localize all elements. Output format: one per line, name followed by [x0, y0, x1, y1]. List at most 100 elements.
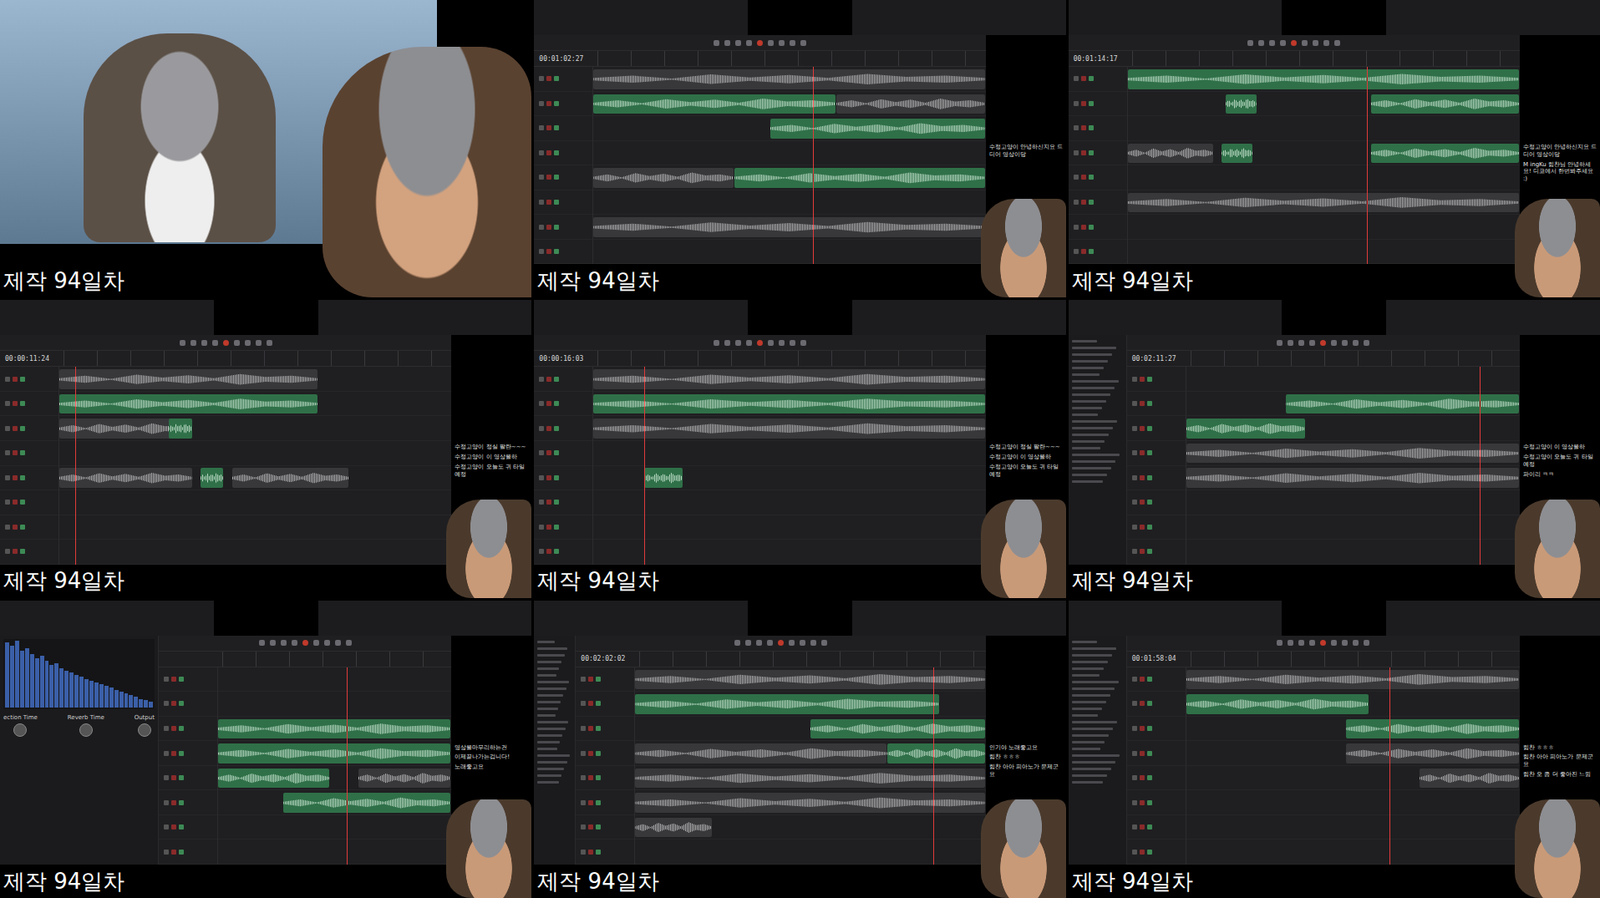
- audio-clip[interactable]: [1221, 143, 1253, 164]
- tool-icon[interactable]: [302, 640, 309, 646]
- lock-icon[interactable]: [163, 849, 169, 855]
- lock-icon[interactable]: [580, 726, 586, 732]
- tool-icon[interactable]: [201, 340, 208, 346]
- audio-clip[interactable]: [59, 467, 193, 488]
- record-icon[interactable]: [1139, 849, 1145, 855]
- tool-icon[interactable]: [1320, 340, 1326, 346]
- record-icon[interactable]: [1139, 824, 1145, 830]
- tool-icon[interactable]: [778, 340, 785, 346]
- record-icon[interactable]: [1139, 524, 1145, 530]
- solo-icon[interactable]: [595, 849, 601, 855]
- solo-icon[interactable]: [553, 524, 559, 530]
- knob[interactable]: Output: [134, 714, 155, 737]
- tool-icon[interactable]: [190, 340, 197, 346]
- solo-icon[interactable]: [1147, 726, 1153, 732]
- record-icon[interactable]: [546, 450, 552, 456]
- record-icon[interactable]: [588, 849, 594, 855]
- audio-clip[interactable]: [218, 743, 451, 764]
- tool-icon[interactable]: [799, 640, 806, 646]
- tool-icon[interactable]: [291, 640, 298, 646]
- lock-icon[interactable]: [1132, 726, 1138, 732]
- lock-icon[interactable]: [1073, 199, 1079, 205]
- lock-icon[interactable]: [1073, 174, 1079, 180]
- lock-icon[interactable]: [580, 751, 586, 757]
- record-icon[interactable]: [546, 524, 552, 530]
- record-icon[interactable]: [546, 101, 552, 107]
- solo-icon[interactable]: [553, 224, 559, 230]
- playhead[interactable]: [1366, 66, 1368, 265]
- audio-clip[interactable]: [1371, 94, 1519, 115]
- tool-icon[interactable]: [746, 40, 752, 46]
- record-icon[interactable]: [171, 800, 177, 806]
- record-icon[interactable]: [546, 426, 552, 432]
- tool-icon[interactable]: [746, 340, 752, 346]
- tool-icon[interactable]: [1341, 340, 1348, 346]
- audio-clip[interactable]: [770, 118, 986, 139]
- record-icon[interactable]: [12, 524, 18, 530]
- audio-clip[interactable]: [59, 394, 318, 415]
- solo-icon[interactable]: [20, 426, 26, 432]
- lock-icon[interactable]: [580, 849, 586, 855]
- audio-clip[interactable]: [593, 418, 985, 439]
- tool-icon[interactable]: [1330, 640, 1337, 646]
- record-icon[interactable]: [588, 676, 594, 682]
- record-icon[interactable]: [1139, 700, 1145, 707]
- audio-clip[interactable]: [887, 743, 985, 764]
- tool-icon[interactable]: [735, 340, 742, 346]
- record-icon[interactable]: [588, 726, 594, 732]
- record-icon[interactable]: [1081, 101, 1087, 107]
- solo-icon[interactable]: [553, 76, 559, 82]
- solo-icon[interactable]: [595, 751, 601, 757]
- audio-clip[interactable]: [1127, 69, 1519, 90]
- tool-icon[interactable]: [1287, 640, 1294, 646]
- tool-icon[interactable]: [1298, 340, 1305, 346]
- solo-icon[interactable]: [553, 199, 559, 205]
- solo-icon[interactable]: [1147, 548, 1153, 554]
- solo-icon[interactable]: [1088, 174, 1094, 180]
- tool-icon[interactable]: [255, 340, 262, 346]
- record-icon[interactable]: [1139, 751, 1145, 757]
- solo-icon[interactable]: [553, 248, 559, 254]
- lock-icon[interactable]: [1132, 676, 1138, 682]
- tool-icon[interactable]: [734, 640, 741, 646]
- tool-icon[interactable]: [223, 340, 229, 346]
- lock-icon[interactable]: [1132, 824, 1138, 830]
- audio-clip[interactable]: [593, 369, 985, 390]
- solo-icon[interactable]: [595, 800, 601, 806]
- solo-icon[interactable]: [1088, 125, 1094, 131]
- tool-icon[interactable]: [810, 640, 817, 646]
- lock-icon[interactable]: [538, 224, 544, 230]
- tool-icon[interactable]: [767, 340, 774, 346]
- record-icon[interactable]: [1081, 76, 1087, 82]
- audio-clip[interactable]: [1127, 193, 1519, 214]
- solo-icon[interactable]: [1147, 775, 1153, 781]
- audio-clip[interactable]: [593, 69, 985, 90]
- record-icon[interactable]: [1139, 726, 1145, 732]
- tool-icon[interactable]: [756, 640, 762, 646]
- solo-icon[interactable]: [1147, 475, 1153, 481]
- record-icon[interactable]: [546, 174, 552, 180]
- record-icon[interactable]: [546, 199, 552, 205]
- lock-icon[interactable]: [5, 426, 11, 432]
- record-icon[interactable]: [546, 376, 552, 382]
- record-icon[interactable]: [1139, 775, 1145, 781]
- lock-icon[interactable]: [5, 499, 11, 505]
- lock-icon[interactable]: [538, 376, 544, 382]
- tool-icon[interactable]: [789, 40, 796, 46]
- knob-dial-icon[interactable]: [79, 723, 93, 737]
- record-icon[interactable]: [1139, 475, 1145, 481]
- tool-icon[interactable]: [1287, 340, 1294, 346]
- audio-clip[interactable]: [1186, 443, 1519, 464]
- audio-clip[interactable]: [200, 467, 224, 488]
- audio-clip[interactable]: [1186, 418, 1306, 439]
- solo-icon[interactable]: [1147, 376, 1153, 382]
- lock-icon[interactable]: [163, 726, 169, 732]
- solo-icon[interactable]: [595, 676, 601, 682]
- record-icon[interactable]: [546, 499, 552, 505]
- lock-icon[interactable]: [5, 450, 11, 456]
- tool-icon[interactable]: [821, 640, 828, 646]
- tool-icon[interactable]: [713, 340, 720, 346]
- tool-icon[interactable]: [269, 640, 276, 646]
- lock-icon[interactable]: [163, 700, 169, 707]
- tool-icon[interactable]: [800, 340, 807, 346]
